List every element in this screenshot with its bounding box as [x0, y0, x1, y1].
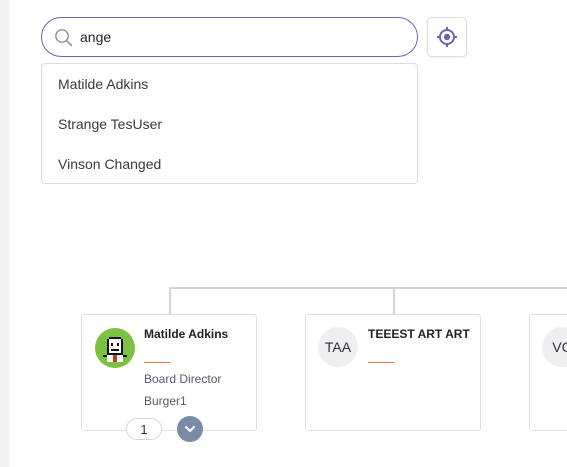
org-card[interactable]: Matilde Adkins Board Director Burger1 — [81, 314, 257, 431]
children-count-badge: 1 — [126, 418, 162, 440]
person-organization: Burger1 — [144, 394, 187, 408]
search-input[interactable] — [80, 26, 400, 48]
tree-connector-horizontal — [169, 287, 567, 289]
search-results-dropdown: Matilde Adkins Strange TesUser Vinson Ch… — [41, 63, 418, 184]
accent-divider — [144, 362, 170, 363]
person-title: Board Director — [144, 372, 222, 386]
search-box[interactable] — [41, 17, 418, 57]
tree-connector — [393, 287, 395, 315]
avatar-initials: VC — [542, 327, 567, 367]
avatar-initials: TAA — [318, 327, 358, 367]
locate-button[interactable] — [427, 17, 467, 57]
search-result-item[interactable]: Strange TesUser — [58, 116, 162, 132]
search-result-item[interactable]: Vinson Changed — [58, 156, 161, 172]
org-card[interactable]: VC — [529, 314, 567, 431]
avatar — [95, 328, 135, 368]
person-name: Matilde Adkins — [144, 327, 229, 341]
search-result-item[interactable]: Matilde Adkins — [58, 76, 148, 92]
expand-button[interactable] — [177, 416, 203, 442]
org-card[interactable]: TAA TEEEST ART ART — [305, 314, 481, 431]
person-name: TEEEST ART ART — [368, 327, 470, 341]
crosshair-icon — [437, 27, 457, 47]
left-rail — [0, 0, 9, 467]
accent-divider — [368, 362, 394, 363]
tree-connector — [169, 287, 171, 315]
search-icon — [55, 29, 73, 47]
org-chart-page: Matilde Adkins Strange TesUser Vinson Ch… — [0, 0, 567, 467]
chevron-down-icon — [184, 425, 196, 433]
